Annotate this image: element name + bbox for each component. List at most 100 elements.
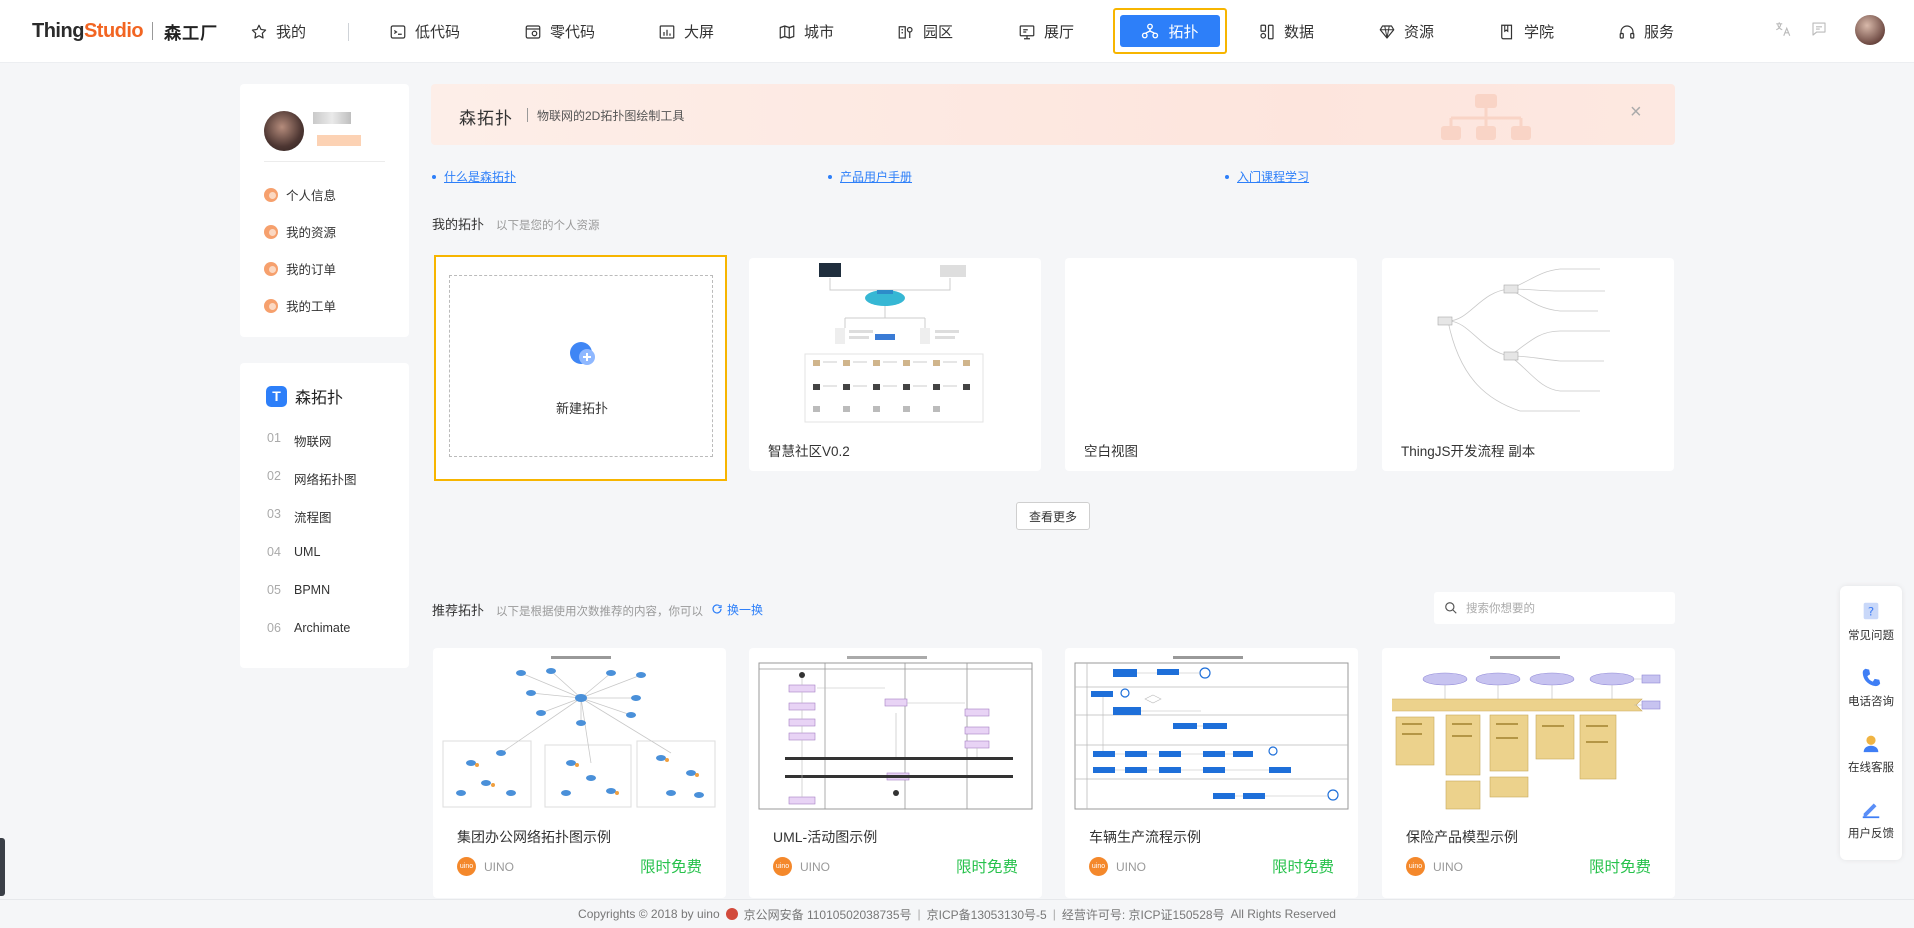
online-service-button[interactable]: 在线客服	[1840, 732, 1902, 775]
campus-icon	[898, 25, 913, 39]
diamond-icon	[1379, 24, 1395, 39]
footer-police-record[interactable]: 京公网安备 11010502038735号	[744, 906, 912, 923]
nav-item-hall[interactable]: 展厅	[1018, 0, 1074, 63]
police-badge-icon	[725, 908, 738, 920]
category-label: 流程图	[294, 511, 332, 525]
swap-button[interactable]: 换一换	[711, 601, 763, 618]
link-what-is[interactable]: 什么是森拓扑	[432, 168, 516, 185]
category-label: Archimate	[294, 621, 351, 635]
tile-name: ThingJS开发流程 副本	[1401, 444, 1536, 459]
rec-author[interactable]: uino UINO	[1406, 857, 1463, 876]
link-user-manual[interactable]: 产品用户手册	[828, 168, 912, 185]
category-num: 05	[267, 583, 281, 597]
left-edge-handle[interactable]	[0, 838, 5, 896]
nav-divider	[348, 23, 349, 41]
tile-name: 智慧社区V0.2	[768, 444, 850, 459]
phone-button[interactable]: 电话咨询	[1840, 666, 1902, 709]
new-topology-tile[interactable]: 新建拓扑	[434, 255, 727, 481]
nav-item-nocode[interactable]: 零代码	[524, 0, 595, 63]
feedback-button[interactable]: 用户反馈	[1840, 798, 1902, 841]
phone-icon	[1862, 668, 1881, 687]
category-item[interactable]: 02 网络拓扑图	[267, 469, 357, 488]
rec-author[interactable]: uino UINO	[773, 857, 830, 876]
network-diagram-thumb	[442, 656, 716, 808]
rec-tile[interactable]: 集团办公网络拓扑图示例 uino UINO 限时免费	[433, 648, 726, 898]
nav-item-academy[interactable]: 学院	[1498, 0, 1554, 63]
code-window-icon	[390, 24, 406, 39]
nav-item-campus[interactable]: 园区	[897, 0, 953, 63]
rec-name: 集团办公网络拓扑图示例	[457, 829, 611, 845]
translate-icon[interactable]	[1774, 20, 1792, 38]
profile-avatar[interactable]	[264, 111, 304, 151]
category-item[interactable]: 01 物联网	[267, 431, 332, 450]
nav-label: 拓扑	[1168, 23, 1199, 41]
author-name: UINO	[484, 859, 514, 874]
search-input[interactable]: 搜索你想要的	[1466, 600, 1535, 616]
rec-tile[interactable]: 保险产品模型示例 uino UINO 限时免费	[1382, 648, 1675, 898]
category-item[interactable]: 06 Archimate	[267, 621, 350, 635]
user-avatar[interactable]	[1855, 15, 1885, 45]
nav-item-lowcode[interactable]: 低代码	[389, 0, 460, 63]
profile-menu-label: 我的资源	[286, 226, 337, 240]
nav-label: 园区	[923, 24, 954, 41]
faq-button[interactable]: ? 常见问题	[1840, 600, 1902, 643]
faq-icon: ?	[1863, 602, 1879, 620]
profile-menu-tickets[interactable]: 我的工单	[264, 296, 336, 315]
banner-close-button[interactable]: ×	[1630, 102, 1642, 122]
profile-menu-label: 个人信息	[286, 189, 337, 203]
brand-thing: Thing	[32, 19, 84, 42]
faq-label: 常见问题	[1848, 630, 1894, 642]
new-topology-dropzone[interactable]: 新建拓扑	[449, 275, 713, 457]
sentuopu-logo-icon: T	[266, 385, 287, 407]
new-topology-label: 新建拓扑	[555, 401, 608, 416]
category-label: 物联网	[294, 435, 332, 449]
view-more-button[interactable]: 查看更多	[1016, 502, 1090, 530]
profile-menu-info[interactable]: 个人信息	[264, 185, 336, 204]
rec-author[interactable]: uino UINO	[1089, 857, 1146, 876]
order-icon	[264, 261, 278, 276]
my-tile[interactable]: 智慧社区V0.2	[749, 258, 1041, 471]
rec-author[interactable]: uino UINO	[457, 857, 514, 876]
my-tile[interactable]: ThingJS开发流程 副本	[1382, 258, 1674, 471]
my-section-header: 我的拓扑 以下是您的个人资源	[432, 214, 600, 233]
nav-item-bigscreen[interactable]: 大屏	[658, 0, 714, 63]
message-icon[interactable]	[1810, 20, 1828, 38]
nav-item-topology[interactable]: 拓扑	[1113, 8, 1227, 54]
category-item[interactable]: 05 BPMN	[267, 583, 330, 597]
headset-icon	[1619, 24, 1635, 39]
category-item[interactable]: 04 UML	[267, 545, 320, 559]
my-tile[interactable]: 空白视图	[1065, 258, 1357, 471]
divider	[264, 161, 385, 162]
nav-item-topology-active[interactable]: 拓扑	[1120, 15, 1220, 47]
rec-thumbnail	[441, 653, 718, 811]
category-title-text: 森拓扑	[295, 390, 344, 407]
category-num: 01	[267, 431, 281, 445]
profile-menu-orders[interactable]: 我的订单	[264, 259, 336, 278]
banner-subtitle: 物联网的2D拓扑图绘制工具	[537, 109, 685, 123]
rec-tile[interactable]: UML-活动图示例 uino UINO 限时免费	[749, 648, 1042, 898]
author-name: UINO	[1116, 859, 1146, 874]
floating-help-panel: ? 常见问题 电话咨询 在线客服 用户反馈	[1840, 586, 1902, 860]
price-badge: 限时免费	[955, 859, 1018, 876]
nav-label: 我的	[276, 24, 307, 41]
brand-studio: Studio	[83, 19, 144, 42]
rec-tile[interactable]: 车辆生产流程示例 uino UINO 限时免费	[1065, 648, 1358, 898]
category-label: UML	[294, 545, 321, 559]
refresh-icon	[712, 604, 722, 614]
rec-thumbnail	[1390, 653, 1667, 811]
category-item[interactable]: 03 流程图	[267, 507, 332, 526]
brand-logo[interactable]: Thing Studio 森工厂	[32, 19, 218, 43]
nav-item-mine[interactable]: 我的	[250, 0, 306, 63]
category-num: 03	[267, 507, 281, 521]
nav-item-service[interactable]: 服务	[1618, 0, 1674, 63]
author-name: UINO	[800, 859, 830, 874]
nav-item-data[interactable]: 数据	[1258, 0, 1314, 63]
nav-item-city[interactable]: 城市	[778, 0, 834, 63]
search-box[interactable]: 搜索你想要的	[1434, 592, 1675, 624]
profile-menu-resources[interactable]: 我的资源	[264, 222, 336, 241]
link-course[interactable]: 入门课程学习	[1225, 168, 1309, 185]
category-card: T 森拓扑 01 物联网 02 网络拓扑图 03 流程图 04 UML 05 BPMN 0…	[240, 363, 409, 668]
nav-item-resource[interactable]: 资源	[1378, 0, 1434, 63]
footer-icp[interactable]: 京ICP备13053130号-5	[927, 906, 1047, 923]
category-num: 04	[267, 545, 281, 559]
